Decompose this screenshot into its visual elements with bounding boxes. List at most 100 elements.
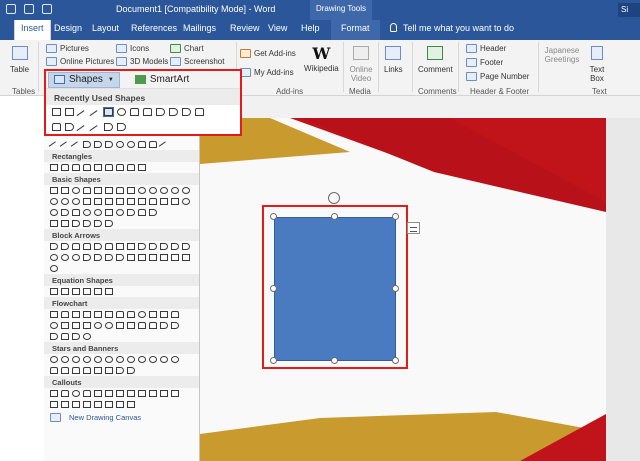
ribbon-down-shape-icon[interactable] [61, 367, 69, 374]
smiley-face-shape-icon[interactable] [83, 209, 91, 216]
bent-arrow-shape-icon[interactable] [149, 141, 157, 148]
callout-accent-border-2-shape-icon[interactable] [105, 401, 113, 408]
icons-button[interactable]: Icons [116, 44, 149, 53]
callout-border-1-shape-icon[interactable] [50, 401, 58, 408]
multiply-shape-icon[interactable] [72, 288, 80, 295]
callout-border-4-shape-icon[interactable] [83, 401, 91, 408]
sequential-access-storage-shape-icon[interactable] [50, 333, 58, 340]
snip-diagonal-rectangle-shape-icon[interactable] [83, 164, 91, 171]
sort-shape-icon[interactable] [127, 322, 135, 329]
extract-shape-icon[interactable] [138, 322, 146, 329]
snip-rectangle-shape-icon[interactable] [72, 164, 80, 171]
octagon-shape-icon[interactable] [171, 187, 179, 194]
new-drawing-canvas-item[interactable]: New Drawing Canvas [44, 410, 199, 422]
plaque-shape-icon[interactable] [138, 198, 146, 205]
scribble-shape-icon[interactable] [127, 141, 135, 148]
line-shape-icon[interactable] [89, 125, 102, 137]
tab-mailings[interactable]: Mailings [183, 23, 216, 33]
accent-callout-1-shape-icon[interactable] [138, 390, 146, 397]
table-button[interactable]: Table [10, 46, 29, 74]
rectangular-callout-shape-icon[interactable] [50, 390, 58, 397]
resize-handle-bottom-left[interactable] [270, 357, 277, 364]
callout-border-2-shape-icon[interactable] [61, 401, 69, 408]
page-number-button[interactable]: Page Number [466, 72, 529, 81]
teardrop-shape-icon[interactable] [72, 198, 80, 205]
line-callout-1-shape-icon[interactable] [94, 390, 102, 397]
pentagon-arrow-shape-icon[interactable] [105, 254, 113, 261]
double-brace-shape-icon[interactable] [61, 220, 69, 227]
down-arrow-shape-icon[interactable] [83, 243, 91, 250]
multidocument-shape-icon[interactable] [127, 311, 135, 318]
process-shape-icon[interactable] [50, 311, 58, 318]
rectangle-shape-icon[interactable] [103, 107, 114, 117]
l-shape-icon[interactable] [105, 198, 113, 205]
smartart-button[interactable]: SmartArt [130, 72, 194, 88]
accent-callout-4-shape-icon[interactable] [171, 390, 179, 397]
left-arrow-shape-icon[interactable] [61, 243, 69, 250]
tab-references[interactable]: References [131, 23, 177, 33]
callout-border-3-shape-icon[interactable] [72, 401, 80, 408]
resize-handle-bottom[interactable] [331, 357, 338, 364]
up-arrow-shape-icon[interactable] [72, 243, 80, 250]
bevel-shape-icon[interactable] [171, 198, 179, 205]
up-arrow-callout-shape-icon[interactable] [160, 254, 168, 261]
diagonal-stripe-shape-icon[interactable] [116, 198, 124, 205]
rotate-handle-icon[interactable] [328, 192, 340, 204]
tab-review[interactable]: Review [230, 23, 260, 33]
left-right-arrow-shape-icon[interactable] [94, 243, 102, 250]
heptagon-shape-icon[interactable] [160, 187, 168, 194]
tab-view[interactable]: View [268, 23, 287, 33]
curved-right-arrow-shape-icon[interactable] [182, 243, 190, 250]
down-arrow-callout-shape-icon[interactable] [138, 254, 146, 261]
star-shape-icon[interactable] [52, 123, 61, 131]
oval-callout-shape-icon[interactable] [72, 390, 80, 397]
preparation-shape-icon[interactable] [149, 311, 157, 318]
resize-handle-right[interactable] [392, 285, 399, 292]
curved-ribbon-up-shape-icon[interactable] [72, 367, 80, 374]
double-wave-shape-icon[interactable] [127, 367, 135, 374]
right-brace-shape-icon[interactable] [117, 123, 126, 131]
japanese-greetings-button[interactable]: Japanese Greetings [542, 46, 582, 64]
screenshot-button[interactable]: Screenshot [170, 57, 224, 66]
block-arc-shape-icon[interactable] [61, 209, 69, 216]
card-shape-icon[interactable] [72, 322, 80, 329]
triangle-shape-icon[interactable] [143, 108, 152, 116]
double-bracket-shape-icon[interactable] [50, 220, 58, 227]
delay-shape-icon[interactable] [171, 322, 179, 329]
save-icon[interactable] [6, 4, 16, 14]
punched-tape-shape-icon[interactable] [83, 322, 91, 329]
chevron-shape-icon[interactable] [116, 254, 124, 261]
ribbon-up-shape-icon[interactable] [50, 367, 58, 374]
quad-arrow-callout-shape-icon[interactable] [182, 254, 190, 261]
star-16-point-shape-icon[interactable] [149, 356, 157, 363]
circular-arrow-shape-icon[interactable] [50, 265, 58, 272]
get-addins-button[interactable]: Get Add-ins [240, 49, 296, 58]
explosion-2-shape-icon[interactable] [61, 356, 69, 363]
frame-shape-icon[interactable] [138, 164, 146, 171]
left-arrow-callout-shape-icon[interactable] [149, 254, 157, 261]
bent-up-arrow-shape-icon[interactable] [171, 243, 179, 250]
left-right-up-arrow-shape-icon[interactable] [127, 243, 135, 250]
left-right-arrow-callout-shape-icon[interactable] [171, 254, 179, 261]
moon-shape-icon[interactable] [127, 209, 135, 216]
decision-shape-icon[interactable] [72, 311, 80, 318]
left-up-arrow-shape-icon[interactable] [160, 243, 168, 250]
round-single-corner-shape-icon[interactable] [105, 164, 113, 171]
magnetic-disk-shape-icon[interactable] [61, 333, 69, 340]
sun-shape-icon[interactable] [116, 209, 124, 216]
connector-shape-icon[interactable] [50, 322, 58, 329]
predefined-process-shape-icon[interactable] [94, 311, 102, 318]
resize-handle-bottom-right[interactable] [392, 357, 399, 364]
sign-in-button[interactable]: Si [618, 3, 640, 17]
alternate-process-shape-icon[interactable] [61, 311, 69, 318]
tell-me-search[interactable]: Tell me what you want to do [390, 23, 514, 33]
footer-button[interactable]: Footer [466, 58, 503, 67]
vertical-text-box-shape-icon[interactable] [65, 108, 74, 116]
minus-shape-icon[interactable] [61, 288, 69, 295]
wikipedia-button[interactable]: W Wikipedia [304, 44, 339, 73]
header-button[interactable]: Header [466, 44, 506, 53]
explosion-shape-icon[interactable] [50, 356, 58, 363]
online-pictures-button[interactable]: Online Pictures [46, 57, 114, 66]
display-shape-icon[interactable] [83, 333, 91, 340]
triangle-shape-icon[interactable] [83, 187, 91, 194]
